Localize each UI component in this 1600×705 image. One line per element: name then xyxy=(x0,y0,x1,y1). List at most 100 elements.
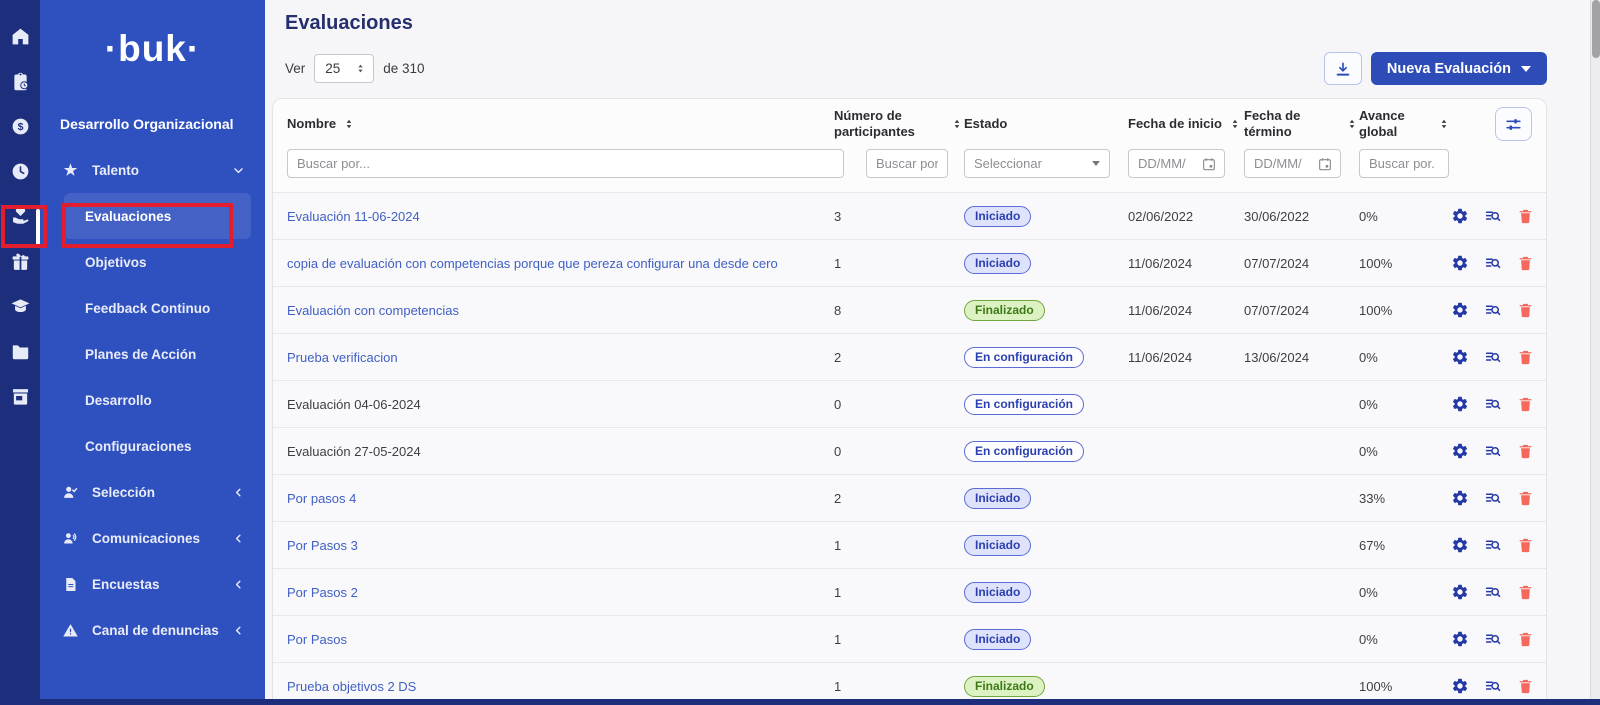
row-settings-gear-icon[interactable] xyxy=(1451,630,1469,648)
graduation-cap-icon[interactable] xyxy=(0,284,40,329)
table-row: Evaluación 04-06-2024 0 En configuración… xyxy=(273,380,1546,427)
participants-cell: 0 xyxy=(834,444,964,459)
download-button[interactable] xyxy=(1324,52,1362,85)
row-settings-gear-icon[interactable] xyxy=(1451,254,1469,272)
store-icon[interactable] xyxy=(0,374,40,419)
vertical-scrollbar[interactable] xyxy=(1590,0,1600,705)
row-detail-search-icon[interactable] xyxy=(1484,207,1502,225)
row-settings-gear-icon[interactable] xyxy=(1451,489,1469,507)
sidebar-item-desarrollo[interactable]: Desarrollo xyxy=(40,377,265,423)
row-settings-gear-icon[interactable] xyxy=(1451,583,1469,601)
row-settings-gear-icon[interactable] xyxy=(1451,207,1469,225)
evaluation-name-link[interactable]: Prueba verificacion xyxy=(287,350,398,365)
document-icon xyxy=(62,576,79,593)
row-settings-gear-icon[interactable] xyxy=(1451,395,1469,413)
sidebar-item-comunicaciones[interactable]: Comunicaciones xyxy=(40,515,265,561)
sort-avance-icon[interactable] xyxy=(1437,117,1451,131)
bottom-edge-strip xyxy=(0,699,1600,705)
progress-cell: 0% xyxy=(1359,397,1451,412)
participants-cell: 0 xyxy=(834,397,964,412)
row-detail-search-icon[interactable] xyxy=(1484,348,1502,366)
new-evaluation-button[interactable]: Nueva Evaluación xyxy=(1371,52,1547,85)
spinner-arrows-icon[interactable] xyxy=(354,62,367,75)
row-detail-search-icon[interactable] xyxy=(1484,489,1502,507)
sidebar-item-encuestas[interactable]: Encuestas xyxy=(40,561,265,607)
row-detail-search-icon[interactable] xyxy=(1484,395,1502,413)
row-detail-search-icon[interactable] xyxy=(1484,442,1502,460)
calendar-icon[interactable] xyxy=(1201,156,1217,172)
pagesize-select[interactable]: 25 xyxy=(314,54,374,83)
scrollbar-thumb[interactable] xyxy=(1592,0,1600,58)
evaluation-name-link[interactable]: copia de evaluación con competencias por… xyxy=(287,256,778,271)
row-delete-trash-icon[interactable] xyxy=(1517,584,1534,601)
sidebar-item-configuraciones[interactable]: Configuraciones xyxy=(40,423,265,469)
clock-icon[interactable] xyxy=(0,149,40,194)
table-row: Evaluación con competencias 8 Finalizado… xyxy=(273,286,1546,333)
evaluation-name-link[interactable]: Por pasos 4 xyxy=(287,491,356,506)
row-detail-search-icon[interactable] xyxy=(1484,536,1502,554)
hand-heart-icon[interactable] xyxy=(0,194,40,239)
col-header-avance-global: Avance global xyxy=(1359,108,1431,141)
row-delete-trash-icon[interactable] xyxy=(1517,443,1534,460)
sort-fecha-inicio-icon[interactable] xyxy=(1228,117,1242,131)
row-delete-trash-icon[interactable] xyxy=(1517,490,1534,507)
sidebar-item-talento[interactable]: ★Talento xyxy=(40,147,265,193)
evaluation-name-link[interactable]: Evaluación con competencias xyxy=(287,303,459,318)
progress-cell: 33% xyxy=(1359,491,1451,506)
row-delete-trash-icon[interactable] xyxy=(1517,255,1534,272)
participants-filter-input[interactable] xyxy=(866,149,948,178)
row-delete-trash-icon[interactable] xyxy=(1517,678,1534,695)
evaluation-name-link[interactable]: Evaluación 27-05-2024 xyxy=(287,444,421,459)
folder-icon[interactable] xyxy=(0,329,40,374)
sidebar-item-evaluaciones[interactable]: Evaluaciones xyxy=(64,193,251,239)
row-detail-search-icon[interactable] xyxy=(1484,583,1502,601)
person-voice-icon xyxy=(62,530,79,547)
row-settings-gear-icon[interactable] xyxy=(1451,677,1469,695)
evaluation-name-link[interactable]: Por Pasos 2 xyxy=(287,585,358,600)
row-delete-trash-icon[interactable] xyxy=(1517,302,1534,319)
row-detail-search-icon[interactable] xyxy=(1484,254,1502,272)
row-delete-trash-icon[interactable] xyxy=(1517,396,1534,413)
row-detail-search-icon[interactable] xyxy=(1484,677,1502,695)
evaluation-name-link[interactable]: Por Pasos 3 xyxy=(287,538,358,553)
evaluation-name-link[interactable]: Por Pasos xyxy=(287,632,347,647)
evaluation-name-link[interactable]: Evaluación 11-06-2024 xyxy=(287,209,420,224)
start-date-cell: 11/06/2024 xyxy=(1128,350,1244,365)
status-badge: Iniciado xyxy=(964,206,1031,227)
sidebar-item-selección[interactable]: Selección xyxy=(40,469,265,515)
row-detail-search-icon[interactable] xyxy=(1484,301,1502,319)
status-filter-select[interactable]: Seleccionar xyxy=(964,149,1110,178)
sort-participantes-icon[interactable] xyxy=(950,117,964,131)
name-filter-input[interactable] xyxy=(287,149,844,178)
sort-nombre-icon[interactable] xyxy=(342,117,356,131)
home-icon[interactable] xyxy=(0,14,40,59)
sidebar-item-feedback-continuo[interactable]: Feedback Continuo xyxy=(40,285,265,331)
row-delete-trash-icon[interactable] xyxy=(1517,537,1534,554)
sidebar-item-objetivos[interactable]: Objetivos xyxy=(40,239,265,285)
status-badge: Iniciado xyxy=(964,488,1031,509)
sidebar-item-canal-de-denuncias[interactable]: Canal de denuncias xyxy=(40,607,265,653)
sidebar-section-title: Desarrollo Organizacional xyxy=(60,116,265,132)
column-settings-button[interactable] xyxy=(1495,107,1532,141)
row-settings-gear-icon[interactable] xyxy=(1451,442,1469,460)
row-settings-gear-icon[interactable] xyxy=(1451,348,1469,366)
calendar-icon[interactable] xyxy=(1317,156,1333,172)
row-settings-gear-icon[interactable] xyxy=(1451,301,1469,319)
row-settings-gear-icon[interactable] xyxy=(1451,536,1469,554)
evaluation-name-link[interactable]: Evaluación 04-06-2024 xyxy=(287,397,421,412)
progress-filter-input[interactable] xyxy=(1359,149,1449,178)
row-detail-search-icon[interactable] xyxy=(1484,630,1502,648)
app-window: $ ·buk· Desarrollo Organizacional ★Talen… xyxy=(0,0,1600,705)
sort-fecha-termino-icon[interactable] xyxy=(1345,117,1359,131)
end-date-filter[interactable]: DD/MM/ xyxy=(1244,149,1341,178)
start-date-filter[interactable]: DD/MM/ xyxy=(1128,149,1225,178)
row-delete-trash-icon[interactable] xyxy=(1517,208,1534,225)
caret-down-icon xyxy=(1092,161,1100,166)
clipboard-clock-icon[interactable] xyxy=(0,59,40,104)
row-delete-trash-icon[interactable] xyxy=(1517,631,1534,648)
evaluation-name-link[interactable]: Prueba objetivos 2 DS xyxy=(287,679,416,694)
dollar-circle-icon[interactable]: $ xyxy=(0,104,40,149)
sidebar-item-planes-de-acción[interactable]: Planes de Acción xyxy=(40,331,265,377)
gift-icon[interactable] xyxy=(0,239,40,284)
row-delete-trash-icon[interactable] xyxy=(1517,349,1534,366)
